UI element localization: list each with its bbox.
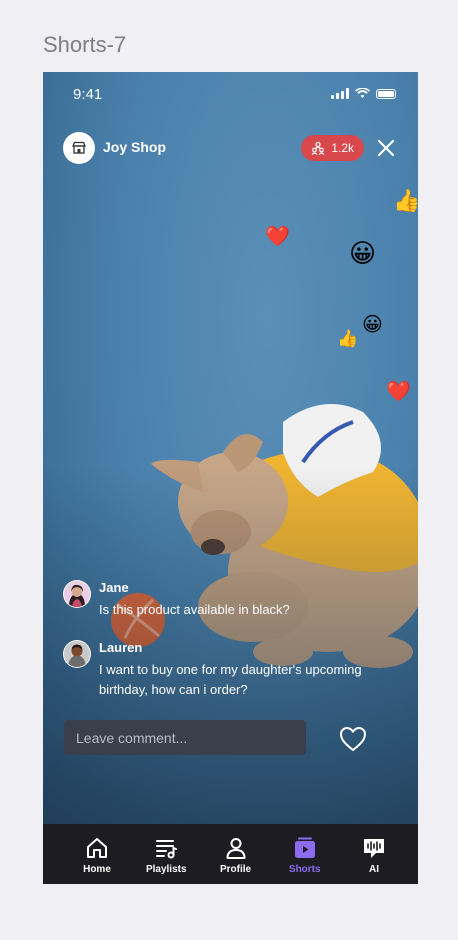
profile-icon <box>226 838 245 859</box>
viewers-icon <box>311 141 325 155</box>
tab-label: Profile <box>219 864 252 875</box>
shorts-screen: 9:41 Joy Shop 1.2k 👍 ❤️ 😀 👍 😀 ❤️ Jane Is… <box>43 72 418 884</box>
close-icon[interactable] <box>374 136 398 160</box>
tab-ai[interactable]: AI <box>344 824 404 884</box>
comment-text: I want to buy one for my daughter's upco… <box>99 662 362 697</box>
commenter-avatar[interactable] <box>63 580 91 608</box>
thumbs-up-emoji: 👍 <box>337 329 359 349</box>
shorts-icon <box>294 837 315 858</box>
tab-label: Shorts <box>288 864 321 875</box>
viewer-count: 1.2k <box>331 141 354 155</box>
tab-label: AI <box>369 864 379 875</box>
battery-icon <box>376 88 396 99</box>
comment-author: Lauren <box>99 640 143 655</box>
comment-author: Jane <box>99 580 129 595</box>
frame-title: Shorts-7 <box>43 32 127 57</box>
status-time: 9:41 <box>73 86 103 103</box>
comment-input-container <box>64 720 306 755</box>
home-icon <box>87 838 107 858</box>
live-header: Joy Shop 1.2k <box>63 132 398 164</box>
grinning-face-emoji: 😀 <box>349 239 377 269</box>
tab-shorts[interactable]: Shorts <box>275 824 335 884</box>
heart-emoji: ❤️ <box>386 379 411 403</box>
heart-emoji: ❤️ <box>265 224 290 248</box>
comment-text: Is this product available in black? <box>99 602 290 617</box>
comment-input[interactable] <box>64 720 306 755</box>
tab-label: Playlists <box>145 864 187 875</box>
comment-item: Jane Is this product available in black? <box>63 580 398 620</box>
heart-icon[interactable] <box>339 726 367 752</box>
tab-playlists[interactable]: Playlists <box>136 824 196 884</box>
bottom-tab-bar: Home Playlists Profile Shorts AI <box>43 824 418 884</box>
shop-name[interactable]: Joy Shop <box>103 139 166 155</box>
signal-icon <box>331 88 349 99</box>
tab-profile[interactable]: Profile <box>206 824 266 884</box>
thumbs-up-emoji: 👍 <box>393 189 418 214</box>
tab-home[interactable]: Home <box>67 824 127 884</box>
comment-item: Lauren I want to buy one for my daughter… <box>63 640 398 700</box>
commenter-avatar[interactable] <box>63 640 91 668</box>
status-bar: 9:41 <box>73 86 396 104</box>
store-icon <box>72 141 86 154</box>
tab-label: Home <box>83 864 111 875</box>
ai-chat-icon <box>364 839 384 858</box>
grinning-face-emoji: 😀 <box>362 312 383 336</box>
wifi-icon <box>355 88 370 98</box>
viewer-count-badge: 1.2k <box>301 135 364 161</box>
playlist-icon <box>156 840 178 859</box>
shop-avatar[interactable] <box>63 132 95 164</box>
